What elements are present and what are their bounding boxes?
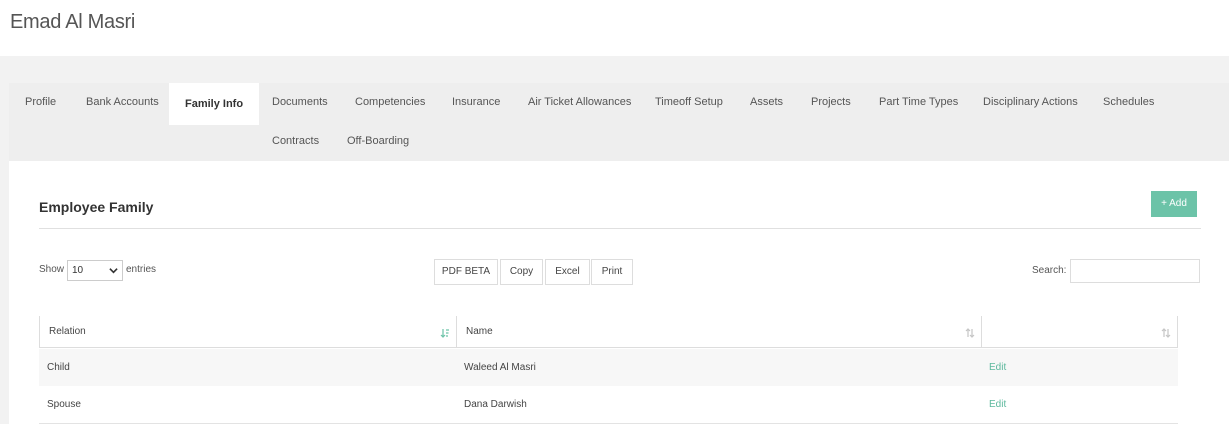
tab-timeoff-setup[interactable]: Timeoff Setup (639, 83, 739, 122)
show-label: Show (39, 264, 65, 275)
column-header-actions[interactable] (981, 316, 1178, 348)
chevron-down-icon (109, 268, 118, 274)
column-header-label: Relation (49, 326, 86, 337)
tab-disciplinary-actions[interactable]: Disciplinary Actions (967, 83, 1094, 122)
divider (39, 228, 1201, 229)
table-header: Relation Name (39, 316, 1178, 348)
length-value: 10 (72, 265, 84, 276)
page-header: Emad Al Masri (0, 0, 1229, 56)
table-row: Child Waleed Al Masri Edit (39, 349, 1178, 386)
search-label: Search: (1032, 265, 1067, 276)
excel-button[interactable]: Excel (545, 259, 590, 285)
page-title: Emad Al Masri (10, 11, 136, 33)
edit-link[interactable]: Edit (989, 386, 1006, 423)
cell-name: Waleed Al Masri (464, 362, 536, 373)
sort-icon (1161, 328, 1171, 338)
print-button[interactable]: Print (591, 259, 633, 285)
cell-relation: Child (47, 362, 70, 373)
tab-contracts[interactable]: Contracts (256, 122, 335, 161)
tab-documents[interactable]: Documents (256, 83, 344, 122)
tab-competencies[interactable]: Competencies (339, 83, 441, 122)
tab-bar: Profile Bank Accounts Family Info Docume… (9, 83, 1229, 161)
section-title: Employee Family (39, 199, 154, 215)
entries-length-select[interactable]: 10 (67, 260, 123, 281)
tab-insurance[interactable]: Insurance (436, 83, 516, 122)
column-header-relation[interactable]: Relation (39, 316, 456, 348)
pdf-button[interactable]: PDF BETA (434, 259, 498, 285)
tab-projects[interactable]: Projects (795, 83, 867, 122)
tab-off-boarding[interactable]: Off-Boarding (331, 122, 425, 161)
edit-link[interactable]: Edit (989, 349, 1006, 386)
sort-icon (965, 328, 975, 338)
copy-button[interactable]: Copy (500, 259, 543, 285)
sort-ascending-icon (440, 329, 449, 338)
table-row: Spouse Dana Darwish Edit (39, 386, 1178, 423)
tab-assets[interactable]: Assets (734, 83, 799, 122)
tab-air-ticket-allowances[interactable]: Air Ticket Allowances (512, 83, 647, 122)
tab-profile[interactable]: Profile (9, 83, 72, 122)
column-header-name[interactable]: Name (456, 316, 981, 348)
tab-part-time-types[interactable]: Part Time Types (863, 83, 974, 122)
search-input[interactable] (1070, 259, 1200, 283)
add-button[interactable]: + Add (1151, 191, 1197, 217)
tab-family-info[interactable]: Family Info (169, 83, 260, 125)
cell-name: Dana Darwish (464, 399, 527, 410)
column-header-label: Name (466, 326, 493, 337)
cell-relation: Spouse (47, 399, 81, 410)
tab-schedules[interactable]: Schedules (1087, 83, 1170, 122)
entries-label: entries (126, 264, 157, 275)
tab-bank-accounts[interactable]: Bank Accounts (70, 83, 175, 122)
